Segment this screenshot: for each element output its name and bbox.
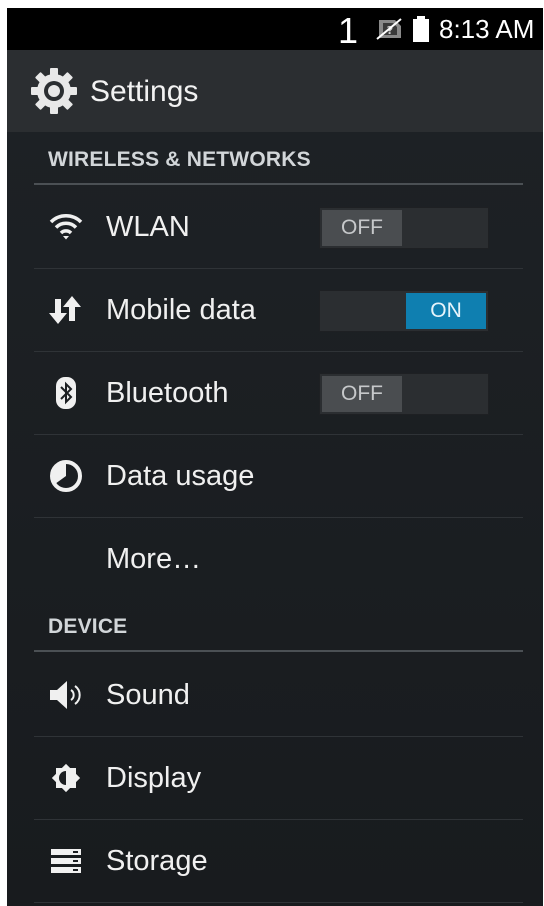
sim-slot-indicator: 1 (338, 10, 359, 51)
settings-item-label: More… (106, 543, 202, 575)
bluetooth-icon (56, 377, 76, 409)
settings-item-wlan[interactable]: WLAN OFF (7, 186, 543, 268)
section-header-wireless: WIRELESS & NETWORKS (48, 148, 311, 171)
data-transfer-icon (49, 296, 81, 324)
settings-item-label: Sound (106, 679, 190, 711)
data-usage-icon (50, 460, 82, 492)
settings-item-bluetooth[interactable]: Bluetooth OFF (7, 352, 543, 434)
settings-item-display[interactable]: Display (7, 737, 543, 819)
settings-item-label: Data usage (106, 460, 255, 492)
settings-item-label: Mobile data (106, 294, 256, 326)
speaker-icon (50, 681, 81, 709)
action-bar: Settings (7, 50, 543, 132)
toggle-state: OFF (322, 210, 402, 246)
section-divider (34, 650, 523, 652)
toggle-state: OFF (322, 376, 402, 412)
settings-item-label: Bluetooth (106, 377, 229, 409)
settings-item-data-usage[interactable]: Data usage (7, 435, 543, 517)
wifi-icon (49, 214, 83, 240)
settings-item-sound[interactable]: Sound (7, 654, 543, 736)
section-header-device: DEVICE (48, 615, 128, 638)
page-title: Settings (90, 75, 199, 108)
storage-icon (51, 849, 81, 873)
bluetooth-toggle[interactable]: OFF (319, 373, 489, 415)
row-divider (34, 902, 523, 903)
settings-item-label: WLAN (106, 211, 190, 243)
toggle-state: ON (406, 293, 486, 329)
settings-item-label: Storage (106, 845, 208, 877)
section-divider (34, 183, 523, 185)
wlan-toggle[interactable]: OFF (319, 207, 489, 249)
phone-screen: 1 ? 8:13 AM Settings WIRELESS & NETWORKS… (7, 8, 543, 906)
battery-icon (413, 16, 429, 42)
settings-item-storage[interactable]: Storage (7, 820, 543, 902)
settings-item-more[interactable]: More… (7, 518, 543, 600)
settings-item-mobile-data[interactable]: Mobile data ON (7, 269, 543, 351)
mobile-data-toggle[interactable]: ON (319, 290, 489, 332)
no-sim-icon: ? (376, 18, 402, 40)
status-bar: 1 ? 8:13 AM (7, 8, 543, 51)
status-time: 8:13 AM (439, 14, 535, 44)
gear-icon[interactable] (29, 66, 79, 116)
brightness-icon (51, 763, 81, 793)
settings-item-label: Display (106, 762, 202, 794)
